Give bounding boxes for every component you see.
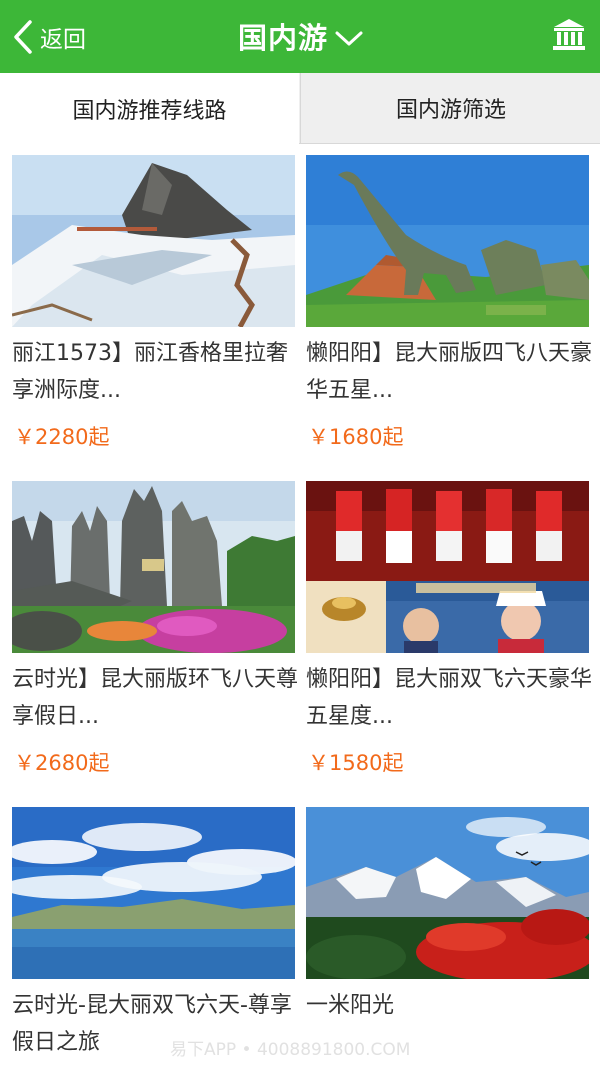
page-title: 国内游 [238,21,329,55]
product-name: 懒阳阳】昆大丽版四飞八天豪华五星... [306,341,593,403]
product-name: 一米阳光 [306,993,395,1018]
product-image [306,155,589,327]
product-price: ￥1680起 [308,425,404,449]
product-price: ￥2280起 [14,425,110,449]
tab-bar: 国内游推荐线路 国内游筛选 [0,73,600,144]
watermark: 易下APP • 4008891800.COM [170,1040,411,1060]
product-name: 懒阳阳】昆大丽双飞六天豪华五星度... [306,667,593,729]
product-image [306,481,589,653]
product-image [12,481,295,653]
bank-icon[interactable] [551,17,587,53]
top-nav-bar: 返回 国内游 [0,0,600,73]
product-image [12,807,295,979]
back-button[interactable]: 返回 [12,18,86,56]
product-name: 丽江1573】丽江香格里拉奢享洲际度... [12,341,288,403]
tab-filter[interactable]: 国内游筛选 [300,73,600,143]
page-title-dropdown[interactable]: 国内游 [238,14,364,58]
product-name: 云时光】昆大丽版环飞八天尊享假日... [12,667,299,729]
chevron-down-icon [335,31,363,46]
chevron-left-icon [14,20,32,54]
back-label: 返回 [40,27,86,53]
tab-recommended-routes[interactable]: 国内游推荐线路 [0,73,299,144]
product-image [12,155,295,327]
product-image [306,807,589,979]
product-price: ￥1580起 [308,751,404,775]
product-price: ￥2680起 [14,751,110,775]
